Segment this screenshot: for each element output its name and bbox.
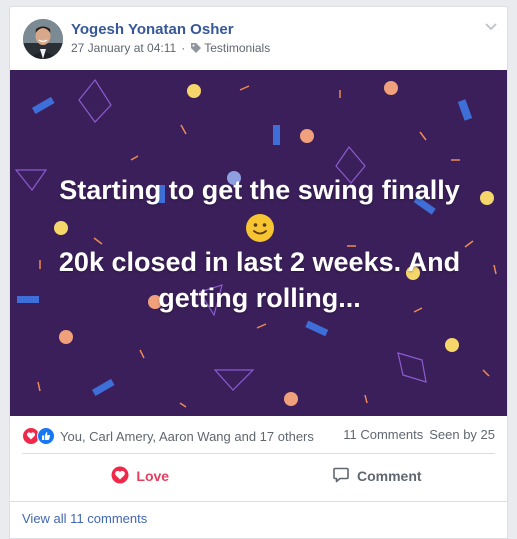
post-stats: 11 Comments Seen by 25 xyxy=(343,427,495,442)
post-timestamp[interactable]: 27 January at 04:11 xyxy=(71,41,176,55)
love-icon xyxy=(111,466,129,487)
divider xyxy=(22,453,495,454)
reactions-names[interactable]: You, Carl Amery, Aaron Wang and 17 other… xyxy=(60,429,314,444)
post-text: Starting to get the swing finally 20k cl… xyxy=(20,172,499,316)
avatar[interactable] xyxy=(23,19,63,59)
comment-button[interactable]: Comment xyxy=(259,459,496,493)
chevron-down-icon[interactable] xyxy=(484,19,498,31)
post-actions: Love Comment xyxy=(22,459,495,493)
reactions-summary[interactable]: You, Carl Amery, Aaron Wang and 17 other… xyxy=(22,427,314,445)
meta-separator: · xyxy=(181,41,186,55)
post-text-line: getting rolling... xyxy=(158,283,361,313)
group-tag-link[interactable]: Testimonials xyxy=(204,41,270,55)
reaction-icons xyxy=(22,427,55,445)
post-text-line: 20k closed in last 2 weeks. And xyxy=(58,247,461,277)
post-card: Yogesh Yonatan Osher 27 January at 04:11… xyxy=(9,6,508,539)
seen-by-count[interactable]: Seen by 25 xyxy=(429,427,495,442)
tag-icon xyxy=(190,42,202,54)
post-image[interactable]: Starting to get the swing finally 20k cl… xyxy=(10,70,507,416)
comments-count-link[interactable]: 11 Comments xyxy=(343,427,423,442)
author-name[interactable]: Yogesh Yonatan Osher xyxy=(71,21,234,38)
post-text-line: Starting to get the swing finally xyxy=(59,175,460,205)
like-reaction-icon xyxy=(37,427,55,445)
post-emoji-line xyxy=(20,208,499,244)
love-button-label: Love xyxy=(136,468,170,484)
love-button[interactable]: Love xyxy=(22,459,259,493)
comment-icon xyxy=(332,466,350,487)
divider xyxy=(10,501,507,502)
view-all-comments-link[interactable]: View all 11 comments xyxy=(22,511,147,526)
smiling-face-emoji-icon xyxy=(245,213,275,243)
post-meta: 27 January at 04:11 · Testimonials xyxy=(71,41,270,55)
comment-button-label: Comment xyxy=(356,468,422,484)
